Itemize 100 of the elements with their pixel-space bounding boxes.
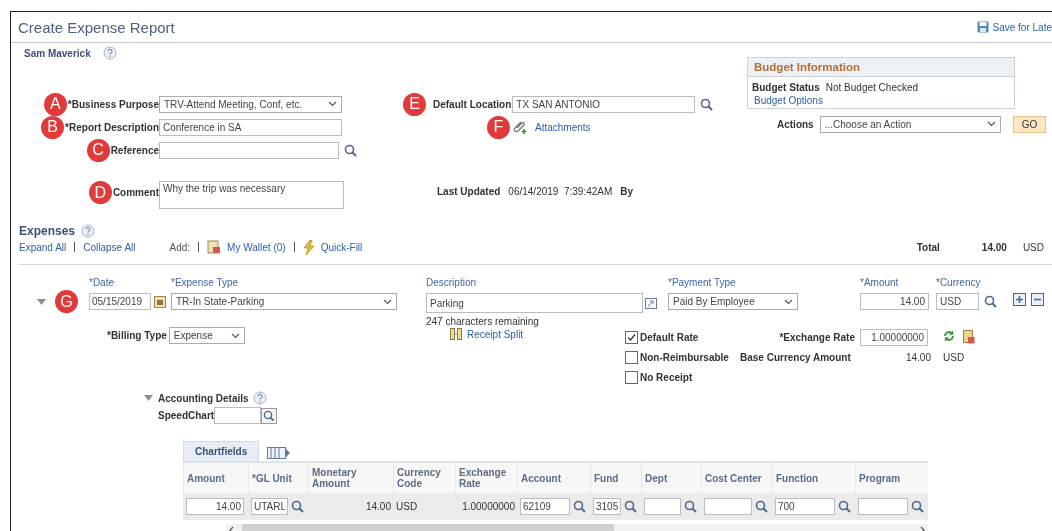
location-field[interactable]: TX SAN ANTONIO <box>512 95 696 113</box>
caret-icon <box>383 298 392 305</box>
chartfield-field[interactable]: 62109 <box>520 498 570 515</box>
search-icon[interactable] <box>755 500 768 513</box>
scroll-left-icon[interactable] <box>229 525 234 531</box>
actions-dropdown[interactable]: ...Choose an Action <box>819 115 1001 133</box>
caret-icon <box>328 101 337 107</box>
show-all-columns-icon[interactable] <box>267 447 292 459</box>
chartfield-field[interactable] <box>644 498 681 515</box>
search-icon[interactable] <box>700 97 714 111</box>
search-icon[interactable] <box>684 500 697 513</box>
budget-options-link[interactable]: Budget Options <box>752 95 823 106</box>
tab[interactable]: Chartfields <box>183 441 260 461</box>
search-icon[interactable] <box>911 500 924 513</box>
column-header: Monetary Amount <box>312 467 358 489</box>
refresh-icon[interactable] <box>943 330 955 342</box>
column-header: Exchange Rate <box>459 467 508 489</box>
column-header: Program <box>859 472 901 484</box>
comment-field[interactable]: Why the trip was necessary <box>159 181 344 209</box>
currency-field[interactable]: USD <box>936 293 979 310</box>
expense-type-dropdown[interactable]: TR-In State-Parking <box>171 293 397 310</box>
search-icon[interactable] <box>573 500 586 513</box>
caret-icon <box>986 121 996 127</box>
column-label: *Expense Type <box>171 277 240 290</box>
receipt-split-link[interactable]: Receipt Split <box>467 328 524 340</box>
chartfield-field[interactable] <box>704 498 752 515</box>
column-header: Account <box>521 472 561 484</box>
delete-row-icon[interactable] <box>1031 293 1044 306</box>
exchange-rate-field[interactable]: 1.00000000 <box>860 328 928 346</box>
column-label: Description <box>426 277 478 290</box>
field-label: Base Currency Amount <box>740 351 852 363</box>
chartfield-field[interactable]: 700 <box>775 498 835 515</box>
checkbox-label: Default Rate <box>640 331 699 343</box>
search-icon[interactable] <box>984 295 997 308</box>
billing-type-dropdown[interactable]: Expense <box>168 327 245 344</box>
column-header: Fund <box>594 472 619 484</box>
go-button[interactable]: GO <box>1012 115 1047 133</box>
dropdown[interactable]: TRV-Attend Meeting, Conf, etc. <box>159 95 342 113</box>
checkbox[interactable] <box>625 330 638 344</box>
panel-title: Budget Information <box>754 61 861 73</box>
date-field[interactable]: 05/15/2019 <box>89 293 151 310</box>
chartfield-field[interactable]: UTARL <box>251 498 288 515</box>
field-label: *Business Purpose <box>67 98 159 110</box>
help-icon[interactable] <box>252 391 267 405</box>
callout-marker: B <box>41 115 65 139</box>
chartfield-field[interactable]: 3105 <box>593 498 621 515</box>
employee-name: Sam Maverick <box>24 47 91 59</box>
section-title: Accounting Details <box>158 392 249 404</box>
characters-remaining: 247 characters remaining <box>426 316 540 327</box>
field-label: Last Updated <box>437 185 501 197</box>
add-label: Add: <box>169 241 191 253</box>
callout-marker: F <box>487 115 510 139</box>
calendar-icon[interactable] <box>154 295 166 308</box>
speedchart-field[interactable] <box>214 407 262 424</box>
expand-toggle-icon[interactable] <box>143 394 154 402</box>
amount-field[interactable]: 14.00 <box>860 293 929 310</box>
column-label: *Amount <box>860 277 900 290</box>
expand-text-icon[interactable] <box>645 297 657 309</box>
add-row-icon[interactable] <box>1013 293 1026 306</box>
text-field[interactable] <box>159 141 339 159</box>
expand-all-link[interactable]: Expand All <box>19 241 67 253</box>
column-label: *Payment Type <box>668 277 737 290</box>
text-field[interactable]: Conference in SA <box>159 118 342 136</box>
checkbox-label: Non-Reimbursable <box>640 351 729 363</box>
search-icon[interactable] <box>261 407 278 424</box>
checkbox-label: No Receipt <box>640 371 693 383</box>
field-label: *Report Description <box>65 121 159 133</box>
search-icon[interactable] <box>838 500 851 513</box>
help-icon[interactable] <box>81 224 96 238</box>
split-icon <box>450 328 462 340</box>
column-header: Function <box>776 472 819 484</box>
attachments-link[interactable]: Attachments <box>535 121 591 133</box>
document-icon[interactable] <box>963 330 975 344</box>
search-icon[interactable] <box>344 143 357 157</box>
column-header: Dept <box>645 472 668 484</box>
last-updated-value: 06/14/2019 7:39:42AM <box>508 185 613 197</box>
caret-icon <box>230 332 240 339</box>
payment-type-dropdown[interactable]: Paid By Employee <box>668 293 798 310</box>
scroll-right-icon[interactable] <box>920 525 925 531</box>
field-label: By <box>620 185 634 197</box>
field-label: Budget Status <box>752 82 820 93</box>
save-link[interactable]: Save for Late <box>976 21 1052 33</box>
checkbox[interactable] <box>625 350 638 364</box>
collapse-all-link[interactable]: Collapse All <box>83 241 136 253</box>
description-field[interactable]: Parking <box>426 293 643 313</box>
expand-toggle-icon[interactable] <box>36 297 47 306</box>
checkbox[interactable] <box>625 370 638 384</box>
budget-status: Not Budget Checked <box>825 82 919 93</box>
amount-field[interactable]: 14.00 <box>186 498 244 515</box>
quick-fill-link[interactable]: Quick-Fill <box>320 241 363 253</box>
page-title: Create Expense Report <box>18 18 175 36</box>
chartfield-field[interactable] <box>858 498 908 515</box>
help-icon[interactable] <box>102 46 117 60</box>
my-wallet-link[interactable]: My Wallet (0) <box>227 241 286 253</box>
total-currency: USD <box>1022 241 1044 253</box>
table-cell: 14.00 <box>365 501 391 512</box>
field-label: Default Location <box>433 98 512 110</box>
search-icon[interactable] <box>291 500 304 513</box>
column-label: *Currency <box>936 277 982 290</box>
search-icon[interactable] <box>624 500 637 513</box>
